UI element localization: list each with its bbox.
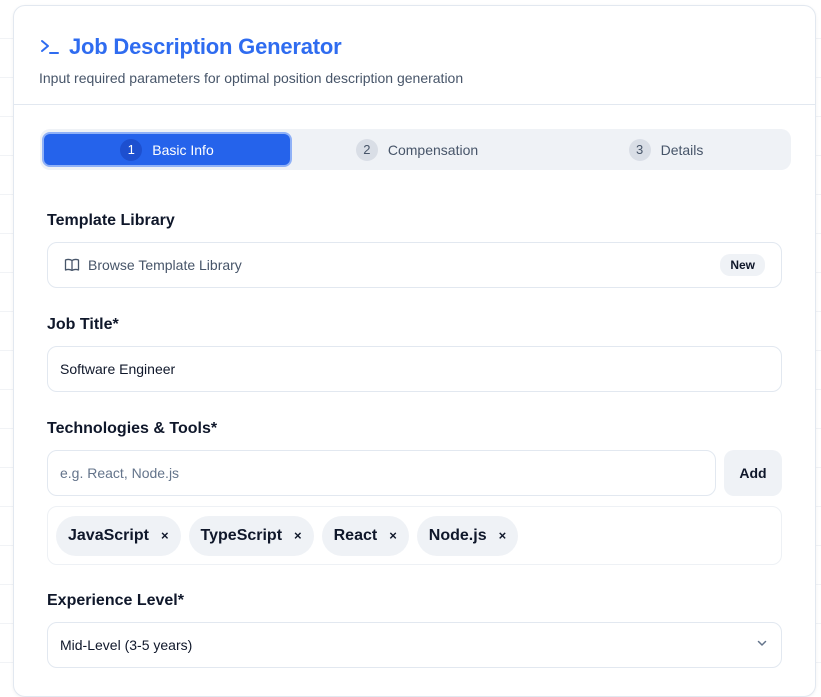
remove-tag-button[interactable]: × [499,528,507,543]
step-label: Compensation [387,141,479,158]
tag-react: React × [321,515,409,556]
technologies-input[interactable] [47,450,716,496]
new-badge: New [720,254,765,276]
add-technology-button[interactable]: Add [724,450,782,496]
technologies-label: Technologies & Tools* [47,420,218,437]
experience-level-label: Experience Level* [47,592,184,609]
tag-typescript: TypeScript × [188,515,314,556]
remove-tag-button[interactable]: × [294,528,302,543]
remove-tag-button[interactable]: × [389,528,397,543]
job-title-label: Job Title* [47,316,119,333]
chevron-down-icon [755,636,769,655]
step-number: 2 [355,138,378,161]
tab-basic-info[interactable]: 1 Basic Info [42,132,292,167]
browse-template-library-button[interactable]: Browse Template Library New [47,242,782,288]
tab-compensation[interactable]: 2 Compensation [292,132,542,167]
job-description-card: Job Description Generator Input required… [13,5,816,697]
browse-template-text: Browse Template Library [88,257,242,273]
experience-level-select[interactable]: Mid-Level (3-5 years) [47,622,782,668]
remove-tag-button[interactable]: × [161,528,169,543]
tag-label: JavaScript [68,526,149,544]
experience-level-value: Mid-Level (3-5 years) [60,637,193,653]
template-library-label: Template Library [47,212,175,229]
tag-label: TypeScript [200,526,283,544]
technology-tags: JavaScript × TypeScript × React × Node.j… [47,506,782,565]
page-subtitle: Input required parameters for optimal po… [39,70,464,86]
tag-nodejs: Node.js × [416,515,519,556]
step-number: 1 [120,138,143,161]
tag-label: Node.js [428,526,487,544]
job-title-input[interactable] [47,346,782,392]
book-open-icon [64,257,80,273]
tab-details[interactable]: 3 Details [542,132,790,167]
page-title: Job Description Generator [69,34,342,59]
step-number: 3 [628,138,651,161]
step-tabs: 1 Basic Info 2 Compensation 3 Details [40,129,791,170]
tag-javascript: JavaScript × [56,515,181,556]
card-header: Job Description Generator Input required… [14,6,815,105]
title-row: Job Description Generator [39,34,342,60]
step-label: Basic Info [152,141,214,158]
terminal-icon [39,37,61,57]
step-label: Details [660,141,704,158]
tag-label: React [333,526,378,544]
